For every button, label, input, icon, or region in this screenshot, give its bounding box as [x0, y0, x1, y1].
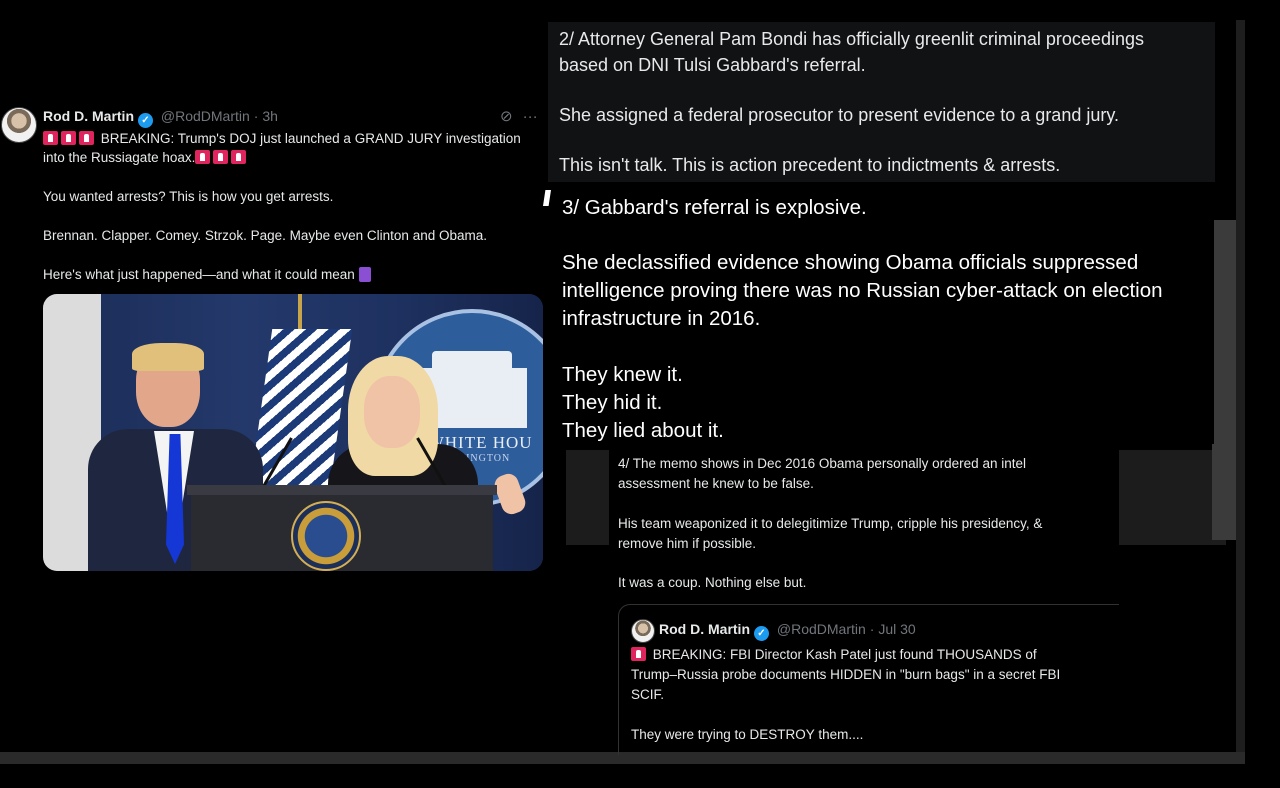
avatar[interactable]: [631, 619, 655, 643]
tweet-text: SCIF.: [631, 687, 665, 702]
siren-icon: [79, 131, 94, 145]
breaking-text: BREAKING: Trump's DOJ just launched a GR…: [43, 131, 521, 165]
siren-icon: [213, 150, 229, 164]
tweet-text: based on DNI Tulsi Gabbard's referral.: [559, 55, 866, 75]
author-handle[interactable]: @RodDMartin: [161, 108, 250, 124]
siren-icon: [631, 647, 646, 661]
tweet-text: They knew it.: [562, 363, 683, 386]
tweet-text: They hid it.: [562, 391, 663, 414]
tweet-text: They were trying to DESTROY them....: [631, 727, 864, 742]
siren-icon: [61, 131, 76, 145]
avatar[interactable]: [1, 107, 37, 143]
siren-icon: [195, 150, 211, 164]
tweet-text: It was a coup. Nothing else but.: [618, 575, 807, 590]
tweet-photo[interactable]: E WHITE HOU WASHINGTON: [43, 294, 543, 571]
tweet-actions: ⊘ ···: [500, 107, 548, 125]
thread-tweet-2[interactable]: 2/ Attorney General Pam Bondi has offici…: [548, 22, 1215, 182]
verified-badge-icon: ✓: [138, 113, 153, 128]
tweet-text: 4/ The memo shows in Dec 2016 Obama pers…: [618, 456, 1026, 471]
tweet-text: Here's what just happened—and what it co…: [43, 265, 523, 284]
tweet-text: infrastructure in 2016.: [562, 307, 761, 330]
tweet-text: They lied about it.: [562, 419, 724, 442]
tweet-text: Trump–Russia probe documents HIDDEN in "…: [631, 667, 1061, 682]
tweet-text: His team weaponized it to delegitimize T…: [618, 516, 1043, 531]
tweet-time[interactable]: · 3h: [254, 108, 278, 124]
thread-tweet-3[interactable]: 3/ Gabbard's referral is explosive. She …: [543, 184, 1214, 444]
frame-edge: [1236, 20, 1245, 764]
tweet-text: 3/ Gabbard's referral is explosive.: [562, 196, 867, 219]
tweet-text: She declassified evidence showing Obama …: [562, 251, 1139, 274]
siren-icon: [231, 150, 247, 164]
tweet-text: 2/ Attorney General Pam Bondi has offici…: [559, 29, 1144, 49]
thread-icon: [358, 267, 371, 282]
tweet-text: remove him if possible.: [618, 536, 757, 551]
tweet-text: She assigned a federal prosecutor to pre…: [559, 105, 1120, 125]
tweet-body: BREAKING: FBI Director Kash Patel just f…: [631, 645, 1111, 745]
tweet-text: intelligence proving there was no Russia…: [562, 279, 1163, 302]
tweet-body: BREAKING: Trump's DOJ just launched a GR…: [43, 129, 523, 304]
tweet-time[interactable]: · Jul 30: [870, 621, 916, 637]
more-icon[interactable]: ···: [523, 108, 538, 125]
quoted-tweet[interactable]: Rod D. Martin ✓ @RodDMartin · Jul 30 BREAK…: [618, 604, 1119, 755]
podium: [187, 485, 497, 571]
tweet-text: You wanted arrests? This is how you get …: [43, 189, 334, 204]
verified-badge-icon: ✓: [754, 626, 769, 641]
author-name[interactable]: Rod D. Martin: [43, 108, 134, 124]
author-handle[interactable]: @RodDMartin: [777, 621, 866, 637]
tweet-text: assessment he knew to be false.: [618, 476, 814, 491]
presidential-seal: [291, 501, 361, 571]
tweet-text: BREAKING: Trump's DOJ just launched a GR…: [43, 129, 523, 167]
grok-icon[interactable]: ⊘: [500, 108, 513, 125]
tweet-main[interactable]: Rod D. Martin ✓ @RodDMartin · 3h ⊘ ··· BREA…: [0, 104, 548, 571]
tweet-text: Brennan. Clapper. Comey. Strzok. Page. M…: [43, 228, 487, 243]
tweet-header: Rod D. Martin ✓ @RodDMartin · 3h: [43, 108, 282, 128]
siren-icon: [43, 131, 58, 145]
background-deco: [1212, 220, 1236, 540]
tweet-text: BREAKING: FBI Director Kash Patel just f…: [631, 645, 1111, 665]
tweet-text: This isn't talk. This is action preceden…: [559, 155, 1061, 175]
author-name[interactable]: Rod D. Martin: [659, 621, 750, 637]
tweet-header: Rod D. Martin ✓ @RodDMartin · Jul 30: [659, 621, 920, 641]
